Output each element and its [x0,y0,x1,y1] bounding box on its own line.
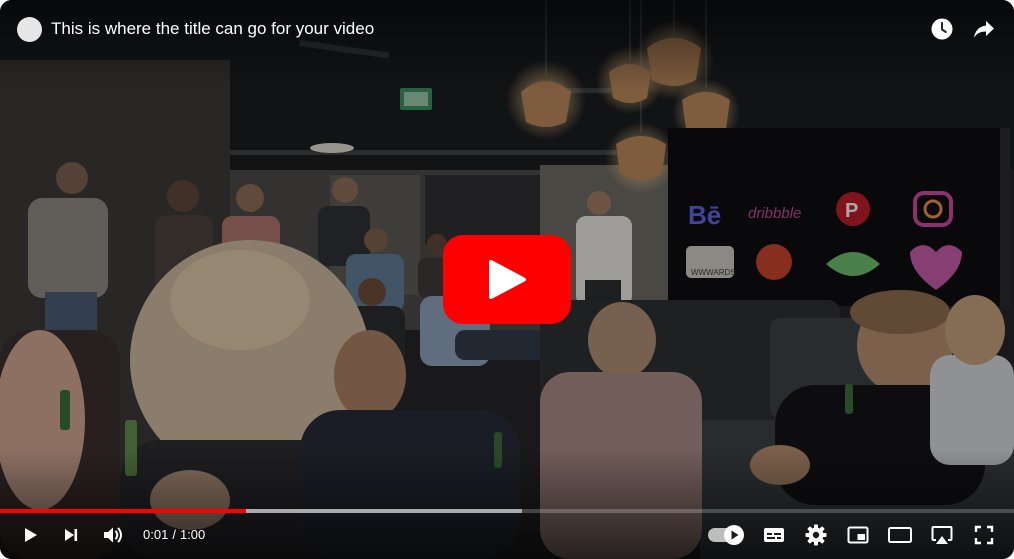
subtitles-icon [764,528,784,542]
svg-text:Bē: Bē [688,200,721,230]
next-icon [65,529,78,541]
settings-gear-icon [805,524,827,546]
play-icon [25,528,37,542]
channel-avatar[interactable] [17,17,42,42]
youtube-play-icon [443,235,571,324]
theater-mode-button[interactable] [882,517,918,553]
video-header: This is where the title can go for your … [0,0,1014,58]
airplay-icon [931,526,953,544]
duration: 1:00 [179,527,206,542]
video-player[interactable]: Bē dribbble P WWWARDS This is where the … [0,0,1014,559]
clock-icon [931,18,953,40]
current-time: 0:01 [143,527,169,542]
progress-played [0,509,247,513]
airplay-button[interactable] [924,517,960,553]
control-bar: 0:01/1:00 [0,517,1014,553]
share-arrow-icon [974,21,994,38]
volume-icon [104,527,122,543]
theater-mode-icon [888,527,912,543]
progress-bar[interactable] [0,509,1014,513]
autoplay-toggle[interactable] [707,524,745,546]
next-button[interactable] [53,517,89,553]
svg-text:WWWARDS: WWWARDS [691,268,736,277]
watch-later-button[interactable] [928,15,956,43]
miniplayer-icon [847,526,869,544]
share-button[interactable] [970,15,998,43]
fullscreen-button[interactable] [966,517,1002,553]
fullscreen-icon [974,525,994,545]
subtitles-button[interactable] [756,517,792,553]
svg-text:dribbble: dribbble [748,205,801,222]
time-separator: / [172,527,176,542]
video-title[interactable]: This is where the title can go for your … [51,18,374,40]
time-display: 0:01/1:00 [143,526,205,544]
svg-text:P: P [845,200,858,222]
miniplayer-button[interactable] [840,517,876,553]
big-play-button[interactable] [443,235,571,324]
autoplay-toggle-icon [708,525,744,545]
play-button[interactable] [12,517,48,553]
mute-button[interactable] [95,517,131,553]
settings-button[interactable] [798,517,834,553]
